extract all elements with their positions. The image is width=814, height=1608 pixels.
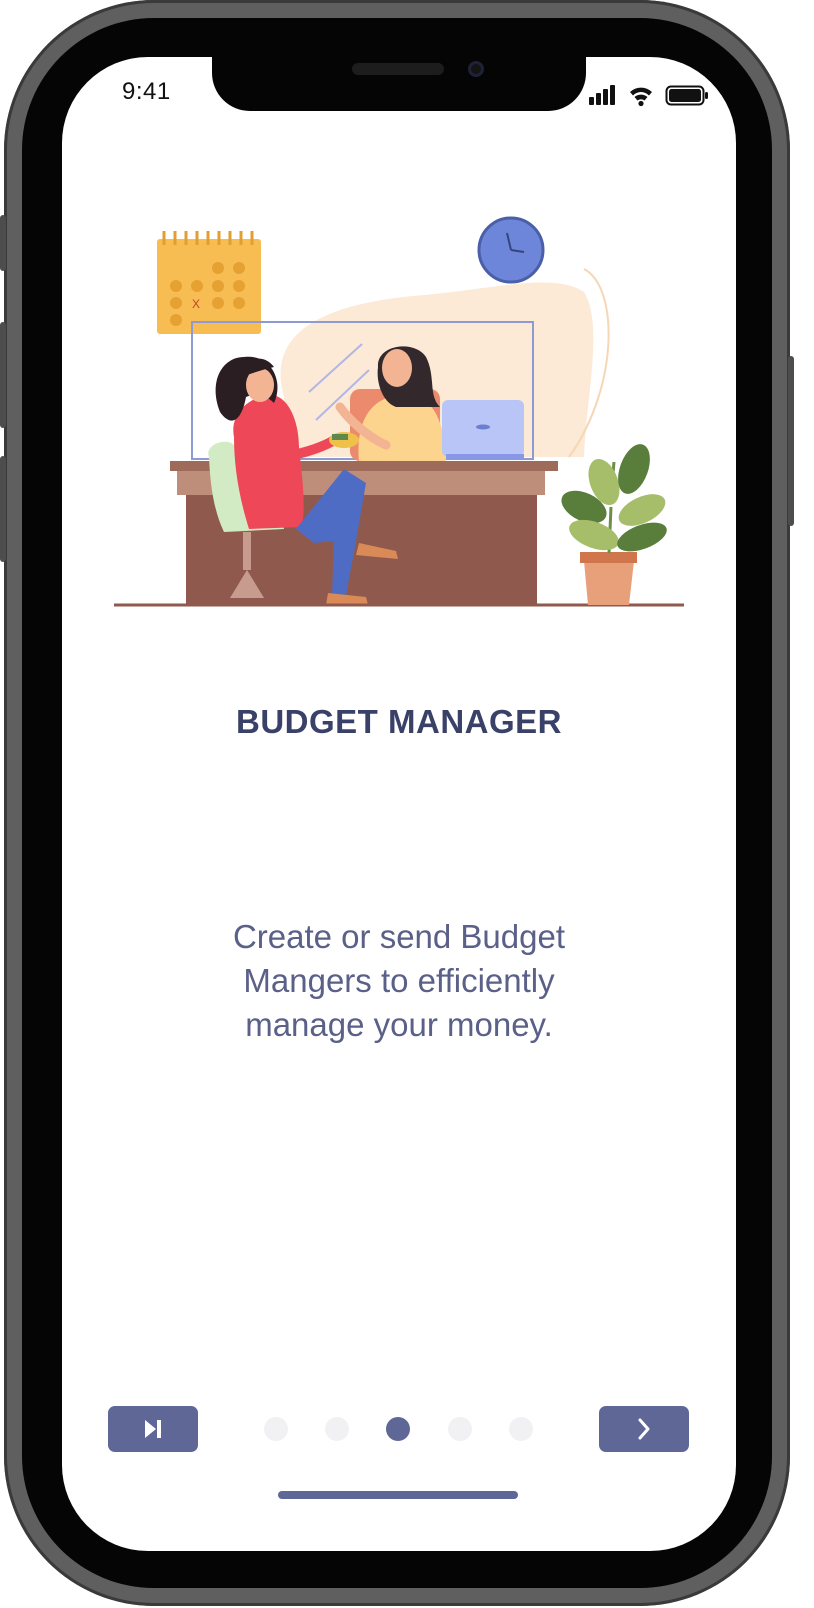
status-icons [589, 83, 709, 109]
onboarding-title: BUDGET MANAGER [236, 703, 562, 740]
volume-up-button [0, 322, 6, 428]
speaker-grille [352, 63, 444, 75]
skip-button[interactable] [108, 1406, 198, 1452]
front-camera [468, 61, 484, 77]
office-illustration: X [114, 207, 684, 607]
power-button [788, 356, 794, 526]
signal-icon [589, 85, 615, 105]
wifi-icon [630, 87, 652, 107]
notch [212, 57, 586, 111]
page-dot[interactable] [509, 1417, 533, 1441]
page-dot[interactable] [325, 1417, 349, 1441]
screen: 9:41 X BUDGET MANAGER Create or send Bud… [62, 57, 736, 1551]
skip-forward-icon [145, 1420, 161, 1438]
calendar-icon: X [157, 231, 261, 334]
volume-down-button [0, 456, 6, 562]
chevron-right-icon [638, 1418, 650, 1440]
battery-icon [665, 85, 708, 106]
page-dot[interactable] [448, 1417, 472, 1441]
home-indicator[interactable] [278, 1491, 518, 1499]
next-button[interactable] [599, 1406, 689, 1452]
mute-switch [0, 215, 6, 271]
status-time: 9:41 [122, 78, 171, 105]
page-dot-active[interactable] [386, 1417, 410, 1441]
potted-plant [561, 444, 667, 605]
svg-text:X: X [192, 297, 200, 311]
clock-icon [477, 216, 545, 284]
page-dot[interactable] [264, 1417, 288, 1441]
onboarding-description: Create or send Budget Mangers to efficie… [232, 918, 566, 1043]
